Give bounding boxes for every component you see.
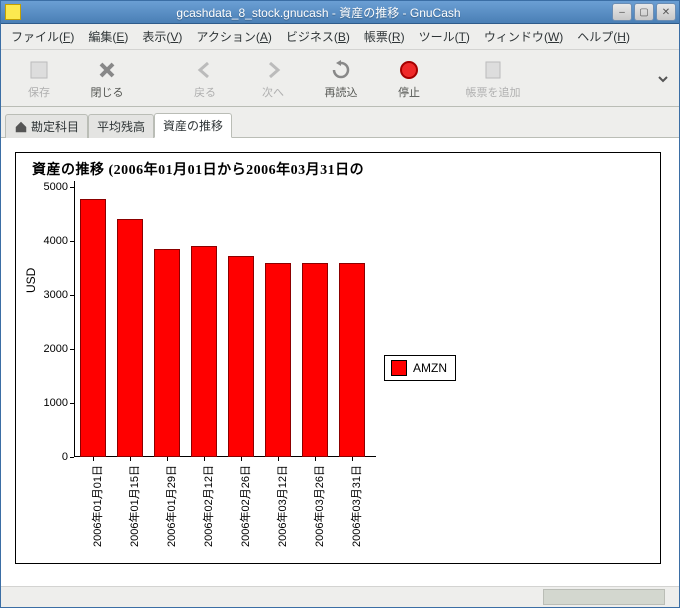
save-label: 保存 [28,84,50,100]
x-tick [93,457,94,461]
x-tick-label: 2006年01月15日 [126,465,142,547]
close-icon [95,58,119,82]
bar [339,263,365,457]
tab-asset-trend[interactable]: 資産の推移 [154,113,232,138]
maximize-button[interactable]: ▢ [634,3,654,21]
status-progress [543,589,665,605]
menubar: ファイル(F) 編集(E) 表示(V) アクション(A) ビジネス(B) 帳票(… [1,24,679,50]
bar [154,249,180,457]
statusbar [1,586,679,607]
toolbar-expand-button[interactable] [651,55,675,103]
x-tick [352,457,353,461]
x-tick-label: 2006年01月01日 [89,465,105,547]
menu-tools[interactable]: ツール(T) [413,26,476,47]
bar [302,263,328,457]
y-tick-label: 4000 [32,235,68,247]
menu-actions[interactable]: アクション(A) [190,26,277,47]
x-tick-label: 2006年02月26日 [237,465,253,547]
menu-view[interactable]: 表示(V) [136,26,188,47]
window-title: gcashdata_8_stock.gnucash - 資産の推移 - GnuC… [25,4,612,21]
bar [191,246,217,457]
reload-icon [329,58,353,82]
legend-label: AMZN [413,361,447,375]
y-tick-label: 3000 [32,289,68,301]
add-report-icon [481,58,505,82]
menu-business[interactable]: ビジネス(B) [280,26,356,47]
tab-asset-trend-label: 資産の推移 [163,117,223,134]
close-button[interactable]: 閉じる [73,55,141,103]
report-content: 資産の推移 (2006年01月01日から2006年03月31日の USD 010… [1,138,679,586]
y-tick-label: 1000 [32,397,68,409]
stop-icon [397,58,421,82]
tab-avg-balance-label: 平均残高 [97,118,145,135]
legend: AMZN [384,355,456,381]
chart-title: 資産の推移 (2006年01月01日から2006年03月31日の [16,159,660,179]
y-tick-label: 0 [32,451,68,463]
legend-swatch [391,360,407,376]
forward-button[interactable]: 次へ [239,55,307,103]
back-icon [193,58,217,82]
home-icon [14,120,28,134]
app-icon [5,4,21,20]
tabbar: 勘定科目 平均残高 資産の推移 [1,107,679,138]
x-tick [241,457,242,461]
menu-file[interactable]: ファイル(F) [5,26,80,47]
y-tick [70,241,74,242]
close-window-button[interactable]: ✕ [656,3,676,21]
back-label: 戻る [194,84,216,100]
x-tick [204,457,205,461]
add-report-label: 帳票を追加 [466,84,521,100]
x-tick [278,457,279,461]
x-tick [167,457,168,461]
tab-accounts[interactable]: 勘定科目 [5,114,88,138]
bar [265,263,291,457]
toolbar: 保存 閉じる 戻る 次へ 再読込 停止 帳票を追加 [1,50,679,107]
app-window: gcashdata_8_stock.gnucash - 資産の推移 - GnuC… [0,0,680,608]
chart-frame: 資産の推移 (2006年01月01日から2006年03月31日の USD 010… [15,152,661,564]
titlebar: gcashdata_8_stock.gnucash - 資産の推移 - GnuC… [1,1,679,24]
tab-avg-balance[interactable]: 平均残高 [88,114,154,138]
x-tick [315,457,316,461]
menu-edit[interactable]: 編集(E) [82,26,134,47]
chevron-down-icon [657,73,669,85]
y-tick-label: 5000 [32,181,68,193]
menu-help[interactable]: ヘルプ(H) [571,26,636,47]
reload-button[interactable]: 再読込 [307,55,375,103]
close-label: 閉じる [91,84,124,100]
x-tick-label: 2006年02月12日 [200,465,216,547]
tab-accounts-label: 勘定科目 [31,118,79,135]
y-tick [70,187,74,188]
x-tick-label: 2006年03月12日 [274,465,290,547]
x-tick [130,457,131,461]
menu-window[interactable]: ウィンドウ(W) [478,26,569,47]
x-tick-label: 2006年03月26日 [311,465,327,547]
forward-icon [261,58,285,82]
y-tick [70,457,74,458]
y-tick-label: 2000 [32,343,68,355]
y-tick [70,295,74,296]
y-tick [70,349,74,350]
add-report-button[interactable]: 帳票を追加 [459,55,527,103]
menu-reports[interactable]: 帳票(R) [358,26,411,47]
x-tick-label: 2006年01月29日 [163,465,179,547]
stop-button[interactable]: 停止 [375,55,443,103]
x-tick-label: 2006年03月31日 [348,465,364,547]
plot-area: 010002000300040005000 2006年01月01日2006年01… [74,187,370,457]
y-tick [70,403,74,404]
minimize-button[interactable]: – [612,3,632,21]
bar [117,219,143,457]
bar [228,256,254,457]
reload-label: 再読込 [325,84,358,100]
forward-label: 次へ [262,84,284,100]
stop-label: 停止 [398,84,420,100]
save-button[interactable]: 保存 [5,55,73,103]
back-button[interactable]: 戻る [171,55,239,103]
bar [80,199,106,457]
save-icon [27,58,51,82]
